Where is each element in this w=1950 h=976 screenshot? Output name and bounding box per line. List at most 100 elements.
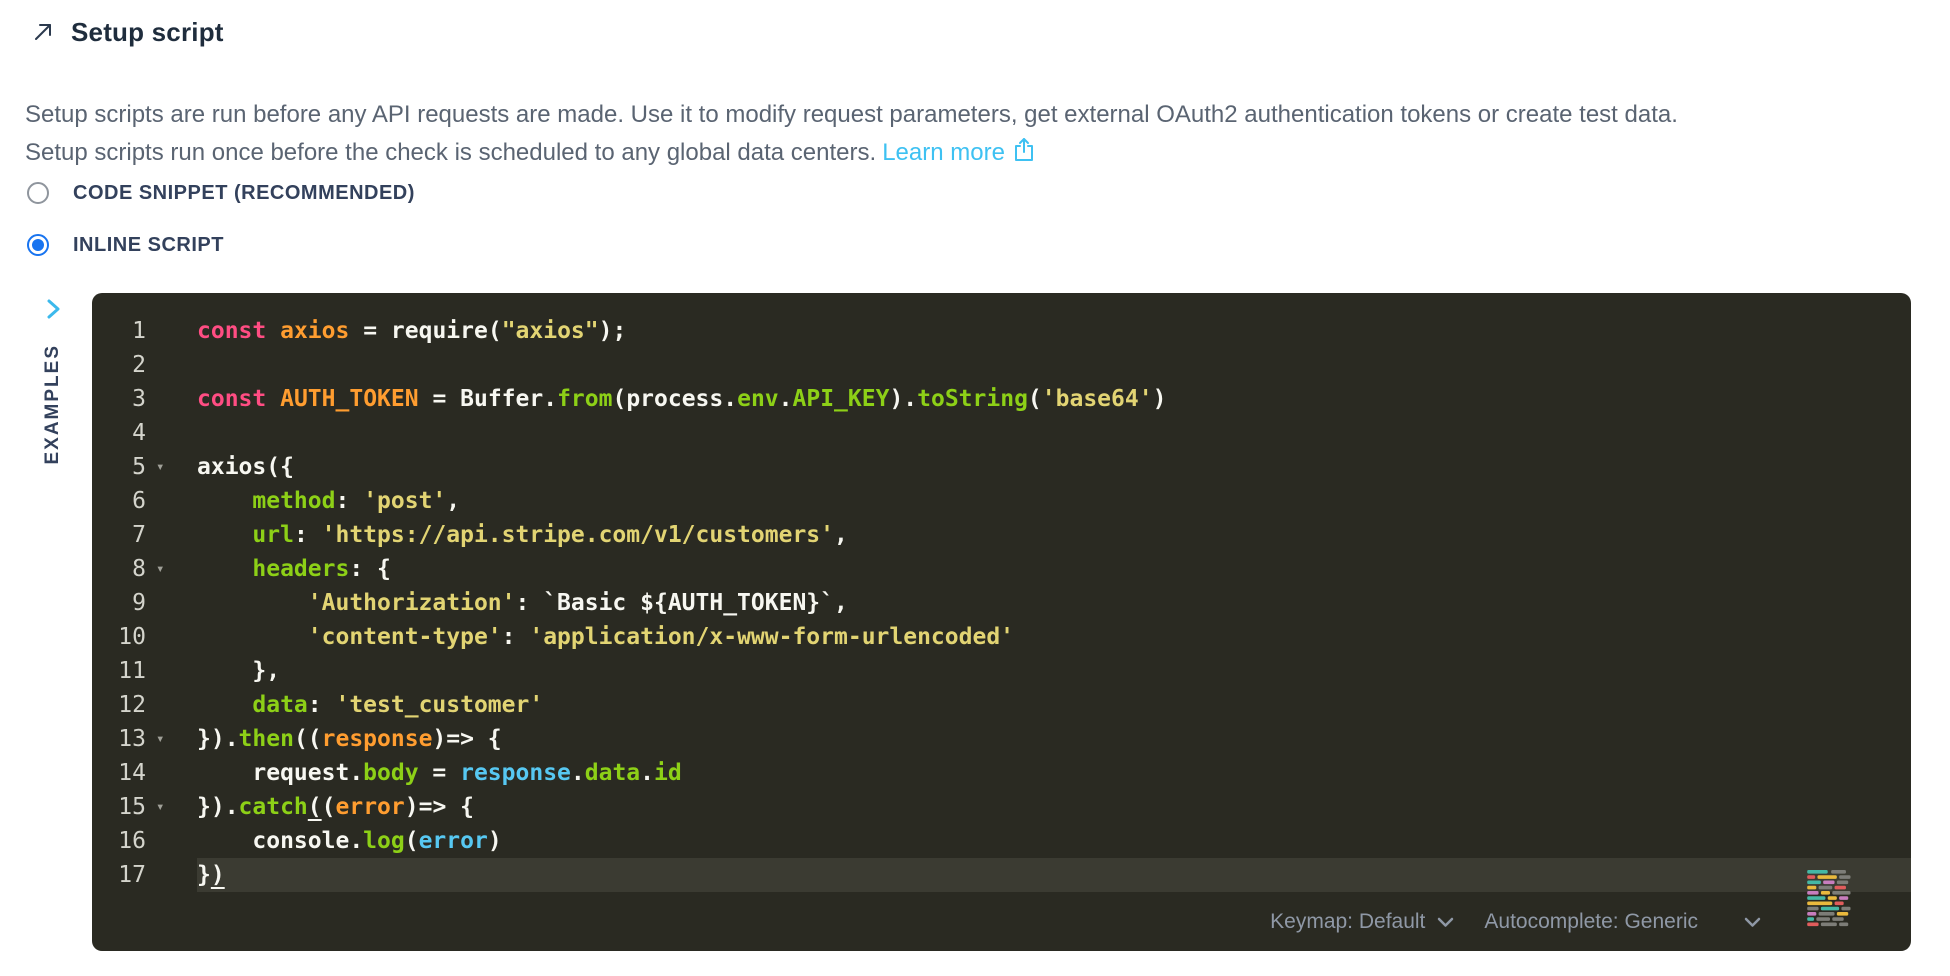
code-token: then	[239, 726, 294, 752]
code-token: )=> {	[405, 794, 474, 820]
code-line[interactable]: 13▾}).then((response)=> {	[92, 722, 1911, 756]
code-token: .	[640, 760, 654, 786]
page-title: Setup script	[71, 17, 224, 48]
code-token: ).	[889, 386, 917, 412]
code-line-content[interactable]: console.log(error)	[197, 824, 1911, 858]
code-line[interactable]: 16 console.log(error)	[92, 824, 1911, 858]
keymap-dropdown[interactable]: Keymap: Default	[1270, 910, 1454, 934]
code-line-content[interactable]: })	[197, 858, 1911, 892]
fold-gutter	[146, 688, 197, 722]
code-token: request.	[197, 760, 363, 786]
editor-region: EXAMPLES 1const axios = require("axios")…	[0, 293, 1950, 951]
fold-gutter	[146, 382, 197, 416]
code-token: AUTH_TOKEN	[280, 386, 418, 412]
fold-gutter	[146, 858, 197, 892]
external-link-icon	[1013, 137, 1035, 163]
code-token: error	[419, 828, 488, 854]
code-line-content[interactable]: const AUTH_TOKEN = Buffer.from(process.e…	[197, 382, 1911, 416]
code-token: }	[197, 862, 211, 888]
fold-arrow-icon[interactable]: ▾	[146, 450, 197, 484]
code-line[interactable]: 10 'content-type': 'application/x-www-fo…	[92, 620, 1911, 654]
code-line[interactable]: 15▾}).catch((error)=> {	[92, 790, 1911, 824]
line-number: 7	[92, 518, 146, 552]
code-line-content[interactable]	[197, 416, 1911, 450]
code-line-content[interactable]: method: 'post',	[197, 484, 1911, 518]
fold-gutter	[146, 756, 197, 790]
code-line-content[interactable]: headers: {	[197, 552, 1911, 586]
code-token: "axios"	[502, 318, 599, 344]
code-line-content[interactable]: 'content-type': 'application/x-www-form-…	[197, 620, 1911, 654]
code-line-content[interactable]: 'Authorization': `Basic ${AUTH_TOKEN}`,	[197, 586, 1911, 620]
code-token: );	[599, 318, 627, 344]
chevron-right-icon	[44, 298, 62, 320]
code-line-content[interactable]: request.body = response.data.id	[197, 756, 1911, 790]
radio-button-icon[interactable]	[27, 182, 49, 204]
fold-arrow-icon[interactable]: ▾	[146, 552, 197, 586]
code-line-content[interactable]: },	[197, 654, 1911, 688]
code-line[interactable]: 3const AUTH_TOKEN = Buffer.from(process.…	[92, 382, 1911, 416]
line-number: 3	[92, 382, 146, 416]
code-line[interactable]: 17})	[92, 858, 1911, 892]
code-line-content[interactable]: axios({	[197, 450, 1911, 484]
section-header: Setup script	[30, 12, 1950, 52]
line-number: 14	[92, 756, 146, 790]
autocomplete-dropdown[interactable]: Autocomplete: Generic	[1484, 910, 1761, 934]
editor-statusbar: Keymap: Default Autocomplete: Generic	[92, 893, 1911, 951]
code-line-content[interactable]	[197, 348, 1911, 382]
code-token: },	[197, 658, 280, 684]
code-line[interactable]: 14 request.body = response.data.id	[92, 756, 1911, 790]
code-token: )	[1153, 386, 1167, 412]
fold-gutter	[146, 586, 197, 620]
code-line[interactable]: 9 'Authorization': `Basic ${AUTH_TOKEN}`…	[92, 586, 1911, 620]
code-line[interactable]: 8▾ headers: {	[92, 552, 1911, 586]
code-editor[interactable]: 1const axios = require("axios");23 const …	[92, 293, 1911, 951]
code-token: error	[336, 794, 405, 820]
code-line[interactable]: 6 method: 'post',	[92, 484, 1911, 518]
code-token: const	[197, 386, 266, 412]
line-number: 6	[92, 484, 146, 518]
code-token	[197, 692, 252, 718]
radio-button-icon[interactable]	[27, 234, 49, 256]
code-token: const	[197, 318, 266, 344]
code-line[interactable]: 12 data: 'test_customer'	[92, 688, 1911, 722]
script-type-radio-group: CODE SNIPPET (RECOMMENDED) INLINE SCRIPT	[27, 180, 1950, 258]
code-token: from	[557, 386, 612, 412]
code-line-content[interactable]: data: 'test_customer'	[197, 688, 1911, 722]
code-token: 'Authorization'	[308, 590, 516, 616]
code-line[interactable]: 2	[92, 348, 1911, 382]
code-token: 'base64'	[1042, 386, 1153, 412]
code-token: )=> {	[432, 726, 501, 752]
code-token: (	[322, 794, 336, 820]
code-token: axios	[280, 318, 349, 344]
code-line-content[interactable]: url: 'https://api.stripe.com/v1/customer…	[197, 518, 1911, 552]
code-token: url	[252, 522, 294, 548]
examples-rail-toggle[interactable]: EXAMPLES	[27, 298, 79, 465]
code-token: log	[363, 828, 405, 854]
code-token	[197, 522, 252, 548]
code-line-content[interactable]: }).catch((error)=> {	[197, 790, 1911, 824]
radio-option-code-snippet[interactable]: CODE SNIPPET (RECOMMENDED)	[27, 180, 415, 206]
code-line[interactable]: 4	[92, 416, 1911, 450]
code-line[interactable]: 7 url: 'https://api.stripe.com/v1/custom…	[92, 518, 1911, 552]
code-token: :	[308, 692, 336, 718]
code-token: 'https://api.stripe.com/v1/customers'	[322, 522, 834, 548]
code-line-content[interactable]: const axios = require("axios");	[197, 314, 1911, 348]
code-token: (	[1028, 386, 1042, 412]
code-line[interactable]: 5▾axios({	[92, 450, 1911, 484]
fold-arrow-icon[interactable]: ▾	[146, 790, 197, 824]
code-token: 'test_customer'	[335, 692, 543, 718]
code-token	[197, 556, 252, 582]
code-line[interactable]: 11 },	[92, 654, 1911, 688]
examples-rail-label: EXAMPLES	[42, 344, 64, 465]
code-token: 'content-type'	[308, 624, 502, 650]
code-token: headers	[252, 556, 349, 582]
code-line[interactable]: 1const axios = require("axios");	[92, 314, 1911, 348]
line-number: 5	[92, 450, 146, 484]
fold-arrow-icon[interactable]: ▾	[146, 722, 197, 756]
learn-more-link[interactable]: Learn more	[882, 139, 1005, 166]
collapse-arrow-icon[interactable]	[30, 19, 56, 45]
chevron-down-icon	[1744, 917, 1761, 928]
code-token	[197, 590, 308, 616]
code-line-content[interactable]: }).then((response)=> {	[197, 722, 1911, 756]
radio-option-inline-script[interactable]: INLINE SCRIPT	[27, 232, 224, 258]
